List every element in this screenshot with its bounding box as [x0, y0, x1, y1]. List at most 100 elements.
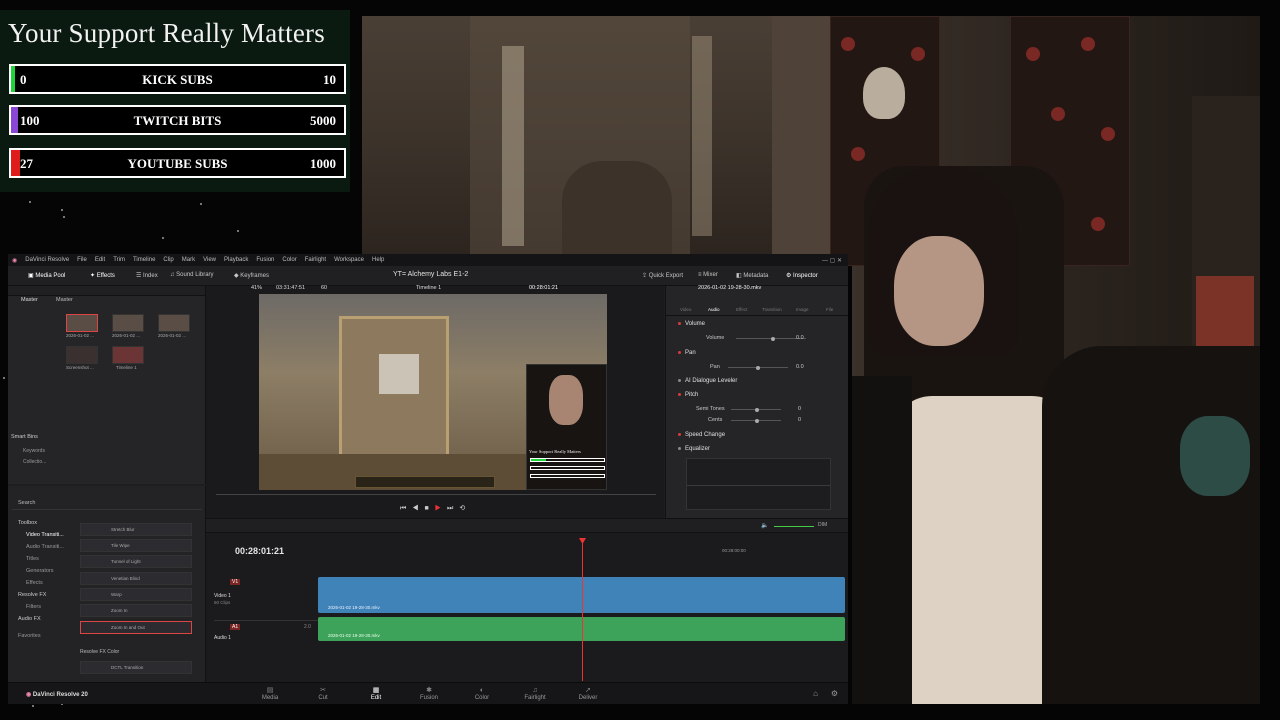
menu-view[interactable]: View	[203, 257, 216, 263]
support-goal-overlay: Your Support Really Matters 0 KICK SUBS …	[0, 10, 350, 192]
pan-value[interactable]: 0.0	[796, 364, 848, 370]
menu-fusion[interactable]: Fusion	[256, 257, 274, 263]
tab-file[interactable]: File	[826, 307, 833, 312]
fx-tile-wipe[interactable]: Tile Wipe	[80, 539, 192, 552]
smart-bin-collections[interactable]: Collectio...	[23, 459, 46, 465]
clip-thumbnail[interactable]	[112, 314, 144, 332]
equalizer-graph[interactable]	[686, 458, 831, 510]
tree-toolbox[interactable]: Toolbox	[18, 520, 37, 526]
cents-value[interactable]: 0	[798, 417, 848, 423]
inspector-button[interactable]: ⚙ Inspector	[786, 272, 818, 279]
resolve-logo-icon: ◉	[26, 692, 32, 698]
media-pool-button[interactable]: ▣ Media Pool	[28, 272, 65, 279]
page-fusion[interactable]: ✱ Fusion	[409, 687, 449, 701]
menu-workspace[interactable]: Workspace	[334, 257, 364, 263]
menu-trim[interactable]: Trim	[113, 257, 125, 263]
page-navigation: ◉ DaVinci Resolve 20 ▤ Media ✂ Cut ▦ Edit ✱…	[8, 682, 848, 704]
window-controls-icon[interactable]: — ▢ ✕	[822, 257, 842, 264]
page-edit[interactable]: ▦ Edit	[356, 687, 396, 701]
star	[29, 200, 32, 203]
tab-transition[interactable]: Transition	[762, 307, 782, 312]
viewer-timeline-name[interactable]: Timeline 1	[416, 285, 441, 291]
keyframes-button[interactable]: ◆ Keyframes	[234, 272, 269, 279]
tree-generators[interactable]: Generators	[26, 568, 54, 574]
menu-playback[interactable]: Playback	[224, 257, 248, 263]
clip-label: Screenshot ...	[66, 365, 94, 370]
sound-library-button[interactable]: ♫ Sound Library	[170, 272, 214, 278]
menu-fairlight[interactable]: Fairlight	[305, 257, 326, 263]
fx-zoom-in-and-out[interactable]: Zoom In and Out	[80, 621, 192, 634]
fx-group-resolve-fx-color[interactable]: Resolve FX Color	[80, 649, 119, 655]
section-ai-dialogue[interactable]: AI Dialogue Leveler	[678, 378, 848, 384]
clip-thumbnail[interactable]	[66, 314, 98, 332]
menu-help[interactable]: Help	[372, 257, 384, 263]
fx-warp[interactable]: Warp	[80, 588, 192, 601]
clip-thumbnail[interactable]	[66, 346, 98, 364]
menu-clip[interactable]: Clip	[163, 257, 173, 263]
section-volume[interactable]: Volume	[678, 321, 848, 327]
game-hotbar	[355, 476, 495, 488]
bin-tab-master-2[interactable]: Master	[56, 297, 73, 303]
fx-zoom-in[interactable]: Zoom In	[80, 604, 192, 617]
index-button[interactable]: ☰ Index	[136, 272, 158, 279]
section-pan[interactable]: Pan	[678, 350, 848, 356]
section-speed-change[interactable]: Speed Change	[678, 432, 848, 438]
tab-video[interactable]: Video	[680, 307, 691, 312]
viewer-duration: 03:31:47:51	[276, 285, 306, 291]
track-id-a1[interactable]: A1	[230, 624, 241, 630]
ruler-label: 00:28:00:00	[722, 548, 746, 553]
dim-button[interactable]: DIM	[818, 522, 827, 528]
page-cut[interactable]: ✂ Cut	[303, 687, 343, 701]
cents-slider[interactable]	[731, 418, 781, 423]
semi-tones-value[interactable]: 0	[798, 406, 848, 412]
effects-button[interactable]: ✦ Effects	[90, 272, 115, 279]
tree-audio-fx[interactable]: Audio FX	[18, 616, 41, 622]
menu-timeline[interactable]: Timeline	[133, 257, 155, 263]
menu-color[interactable]: Color	[282, 257, 296, 263]
page-fairlight[interactable]: ♫ Fairlight	[515, 687, 555, 701]
tab-effect[interactable]: Effect	[736, 307, 747, 312]
fx-dctl-transition[interactable]: DCTL Transition	[80, 661, 192, 674]
tab-audio[interactable]: Audio	[708, 307, 720, 312]
semi-tones-slider[interactable]	[731, 407, 781, 412]
metadata-button[interactable]: ◧ Metadata	[736, 272, 768, 279]
tree-filters[interactable]: Filters	[26, 604, 41, 610]
track-id-v1[interactable]: V1	[230, 579, 241, 585]
page-deliver[interactable]: ➚ Deliver	[568, 687, 608, 701]
tree-video-transitions[interactable]: Video Transiti...	[26, 532, 64, 538]
viewer-zoom[interactable]: 41%	[251, 285, 262, 291]
fx-tunnel-of-light[interactable]: Tunnel of Light	[80, 555, 192, 568]
section-equalizer[interactable]: Equalizer	[678, 446, 848, 452]
tree-titles[interactable]: Titles	[26, 556, 39, 562]
page-media[interactable]: ▤ Media	[250, 687, 290, 701]
menu-mark[interactable]: Mark	[182, 257, 195, 263]
volume-icon[interactable]: 🔈	[761, 522, 768, 529]
tree-resolve-fx[interactable]: Resolve FX	[18, 592, 46, 598]
menu-app[interactable]: DaVinci Resolve	[25, 257, 69, 263]
inspector-panel: 2026-01-02 19-28-30.mkv Video Audio Effe…	[665, 285, 848, 518]
quick-export-button[interactable]: ⇪ Quick Export	[642, 272, 683, 279]
fx-stretch-blur[interactable]: Stretch Blur	[80, 523, 192, 536]
transport-controls[interactable]: ⏮◀■▶⏭⟲	[400, 504, 471, 513]
smart-bin-keywords[interactable]: Keywords	[23, 448, 45, 454]
home-icon[interactable]: ⌂	[813, 689, 818, 698]
volume-value[interactable]: 0.0	[796, 335, 848, 341]
tab-image[interactable]: Image	[796, 307, 809, 312]
tree-audio-transitions[interactable]: Audio Transiti...	[26, 544, 64, 550]
page-color[interactable]: ◐ Color	[462, 687, 502, 701]
section-pitch[interactable]: Pitch	[678, 392, 848, 398]
fx-venetian-blind[interactable]: Venetian Blind	[80, 572, 192, 585]
tree-effects[interactable]: Effects	[26, 580, 43, 586]
timeline-thumbnail[interactable]	[112, 346, 144, 364]
star	[2, 377, 5, 380]
settings-gear-icon[interactable]: ⚙	[831, 689, 838, 698]
effects-search-input[interactable]: Search	[12, 500, 202, 510]
menu-edit[interactable]: Edit	[95, 257, 105, 263]
bin-tab-master[interactable]: Master	[21, 297, 38, 303]
clip-thumbnail[interactable]	[158, 314, 190, 332]
mixer-button[interactable]: ≡ Mixer	[698, 272, 718, 278]
pan-slider[interactable]	[728, 365, 788, 370]
menu-file[interactable]: File	[77, 257, 87, 263]
tree-favorites[interactable]: Favorites	[18, 633, 41, 639]
playhead[interactable]	[582, 541, 583, 681]
